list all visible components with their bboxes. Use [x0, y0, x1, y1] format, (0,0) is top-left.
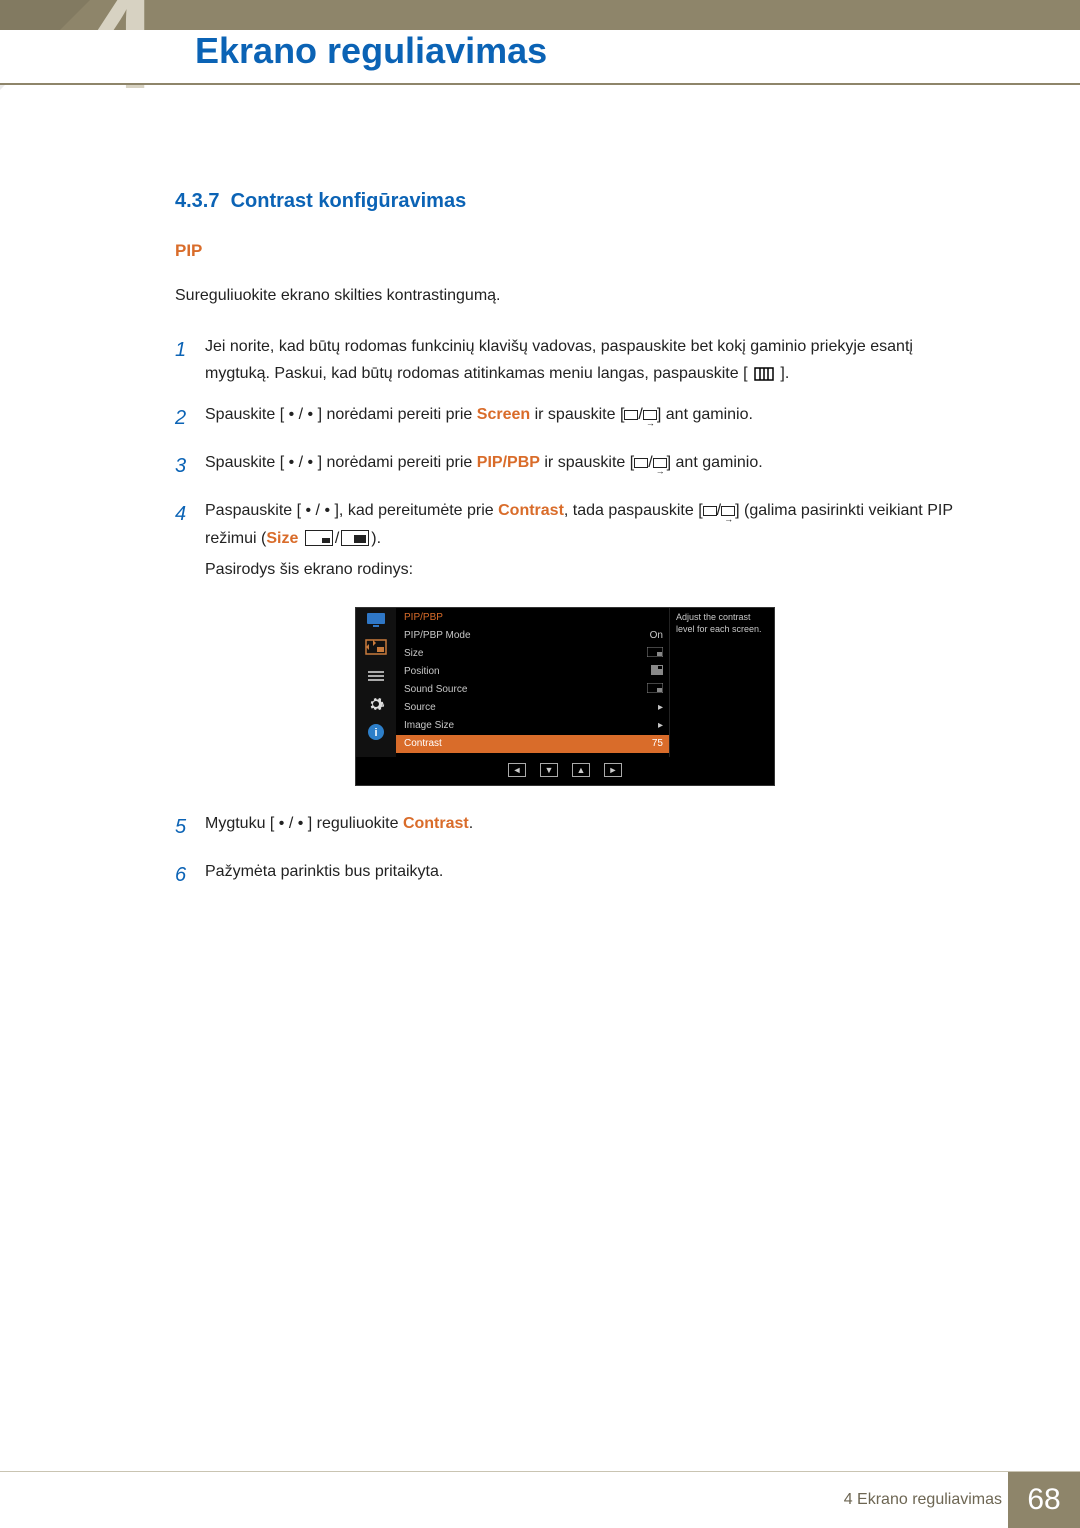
osd-value: On: [650, 630, 663, 641]
step-number: 3: [175, 449, 205, 483]
osd-value-pos-icon: [651, 665, 663, 678]
osd-row-size: Size: [404, 645, 663, 663]
osd-label: Size: [404, 648, 423, 659]
osd-row-image: Image Size ▸: [404, 717, 663, 735]
step-number: 4: [175, 497, 205, 583]
step-4-text-b: , tada paspauskite [: [564, 502, 703, 519]
pip-small-icon: [305, 530, 333, 546]
section-heading: 4.3.7 Contrast konfigūravimas: [175, 190, 975, 213]
step-6: 6 Pažymėta parinktis bus pritaikyta.: [175, 858, 975, 892]
osd-screenshot: i PIP/PBP PIP/PBP Mode On Size Position S…: [355, 607, 975, 786]
step-2-highlight: Screen: [477, 406, 530, 423]
osd-label: Sound Source: [404, 684, 467, 695]
osd-help-text: Adjust the contrast level for each scree…: [669, 608, 774, 757]
step-2: 2 Spauskite [ • / • ] norėdami pereiti p…: [175, 401, 975, 435]
step-3: 3 Spauskite [ • / • ] norėdami pereiti p…: [175, 449, 975, 483]
nav-right-icon: ►: [604, 763, 622, 777]
step-number: 1: [175, 333, 205, 387]
step-2-text-c: ] ant gaminio.: [657, 406, 753, 423]
step-4-sub: Pasirodys šis ekrano rodinys:: [205, 556, 975, 583]
step-3-text-a: Spauskite [ • / • ] norėdami pereiti pri…: [205, 454, 477, 471]
osd-label: Contrast: [404, 738, 442, 749]
content-area: 4.3.7 Contrast konfigūravimas PIP Suregu…: [175, 190, 975, 916]
page-footer: 4 Ekrano reguliavimas 68: [0, 1471, 1080, 1527]
step-2-text-b: ir spauskite [: [530, 406, 624, 423]
step-4-text-a: Paspauskite [ • / • ], kad pereitumėte p…: [205, 502, 498, 519]
step-number: 5: [175, 810, 205, 844]
osd-label: Position: [404, 666, 440, 677]
step-3-highlight: PIP/PBP: [477, 454, 540, 471]
step-number: 2: [175, 401, 205, 435]
step-5-text-a: Mygtuku [ • / • ] reguliuokite: [205, 815, 403, 832]
step-3-text-b: ir spauskite [: [540, 454, 634, 471]
osd-value: ▸: [658, 702, 663, 713]
osd-row-sound: Sound Source: [404, 681, 663, 699]
steps-list: 1 Jei norite, kad būtų rodomas funkcinių…: [175, 333, 975, 583]
gear-icon: [363, 694, 389, 714]
enter-icon: [624, 410, 638, 420]
enter-return-icon: [721, 506, 735, 516]
osd-row-contrast-selected: Contrast 75: [396, 735, 669, 753]
step-number: 6: [175, 858, 205, 892]
step-4-text-d: ).: [371, 530, 381, 547]
step-4-size: Size: [266, 530, 298, 547]
osd-row-mode: PIP/PBP Mode On: [404, 627, 663, 645]
step-1-text-b: ].: [780, 365, 789, 382]
step-5-highlight: Contrast: [403, 815, 469, 832]
header-band: [0, 0, 1080, 30]
nav-left-icon: ◄: [508, 763, 526, 777]
menu-icon: [754, 367, 774, 381]
osd-value: ▸: [658, 720, 663, 731]
enter-icon: [703, 506, 717, 516]
osd-value-size-icon: [647, 647, 663, 660]
step-1-text-a: Jei norite, kad būtų rodomas funkcinių k…: [205, 338, 913, 382]
section-title: Contrast konfigūravimas: [231, 190, 467, 212]
step-4: 4 Paspauskite [ • / • ], kad pereitumėte…: [175, 497, 975, 583]
step-2-text-a: Spauskite [ • / • ] norėdami pereiti pri…: [205, 406, 477, 423]
osd-menu-list: PIP/PBP PIP/PBP Mode On Size Position Sou…: [396, 608, 669, 757]
steps-list-cont: 5 Mygtuku [ • / • ] reguliuokite Contras…: [175, 810, 975, 892]
osd-row-position: Position: [404, 663, 663, 681]
pip-large-icon: [341, 530, 369, 546]
step-5-text-b: .: [469, 815, 473, 832]
page-number: 68: [1008, 1472, 1080, 1528]
intro-text: Sureguliuokite ekrano skilties kontrasti…: [175, 287, 975, 305]
info-icon: i: [363, 722, 389, 742]
osd-title: PIP/PBP: [404, 610, 663, 627]
footer-text: 4 Ekrano reguliavimas: [844, 1491, 1002, 1509]
nav-down-icon: ▼: [540, 763, 558, 777]
enter-return-icon: [653, 458, 667, 468]
osd-label: PIP/PBP Mode: [404, 630, 471, 641]
nav-up-icon: ▲: [572, 763, 590, 777]
osd-label: Source: [404, 702, 436, 713]
pip-icon: [363, 638, 389, 658]
pip-subheading: PIP: [175, 241, 975, 261]
osd-label: Image Size: [404, 720, 454, 731]
section-number: 4.3.7: [175, 190, 219, 212]
step-6-text: Pažymėta parinktis bus pritaikyta.: [205, 858, 975, 892]
list-icon: [363, 666, 389, 686]
step-4-highlight: Contrast: [498, 502, 564, 519]
step-3-text-c: ] ant gaminio.: [667, 454, 763, 471]
svg-text:i: i: [374, 727, 377, 739]
enter-return-icon: [643, 410, 657, 420]
monitor-icon: [363, 610, 389, 630]
osd-value-sound-icon: [647, 683, 663, 696]
osd-sidebar: i: [356, 608, 396, 757]
step-1: 1 Jei norite, kad būtų rodomas funkcinių…: [175, 333, 975, 387]
step-5: 5 Mygtuku [ • / • ] reguliuokite Contras…: [175, 810, 975, 844]
chapter-title: Ekrano reguliavimas: [195, 30, 547, 72]
osd-nav-bar: ◄ ▼ ▲ ►: [356, 757, 774, 785]
osd-value: 75: [652, 738, 663, 749]
osd-row-source: Source ▸: [404, 699, 663, 717]
enter-icon: [634, 458, 648, 468]
